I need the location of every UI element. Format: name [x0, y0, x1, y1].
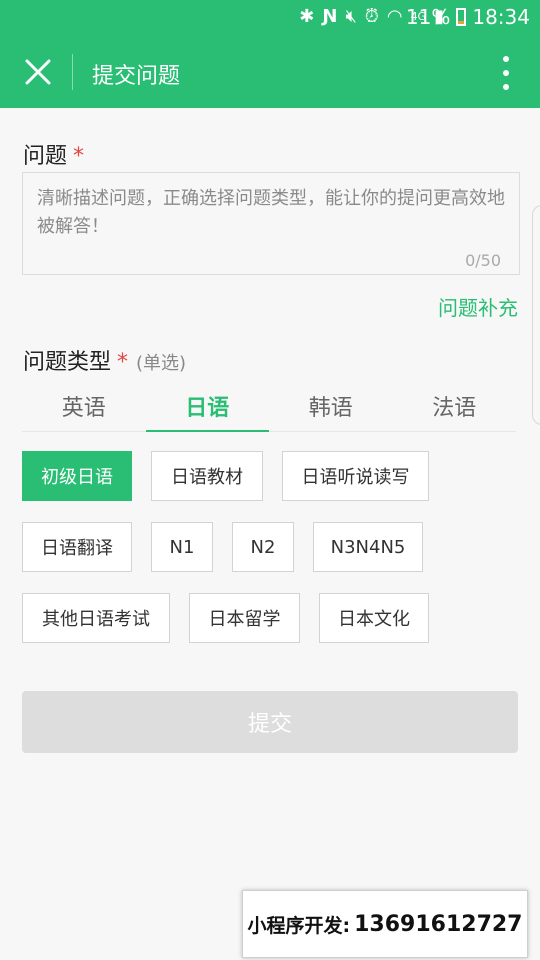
option-other-japanese-exams[interactable]: 其他日语考试: [22, 593, 170, 643]
question-supplement-link[interactable]: 问题补充: [438, 292, 518, 321]
status-bar: ✱ Ɲ 🔇︎ ⏰︎ ◠ 4G ▮ 11% 18:34: [0, 0, 540, 36]
single-select-hint: (单选): [136, 353, 187, 374]
option-study-in-japan[interactable]: 日本留学: [189, 593, 300, 643]
mute-icon: 🔇︎: [345, 6, 357, 27]
type-label: 问题类型: [23, 350, 112, 375]
option-basic-japanese[interactable]: 初级日语: [22, 451, 132, 501]
option-n2[interactable]: N2: [232, 522, 294, 572]
option-n3n4n5[interactable]: N3N4N5: [313, 522, 423, 572]
required-mark: *: [73, 144, 85, 169]
battery-time: 11% 18:34: [406, 5, 530, 29]
tab-japanese[interactable]: 日语: [145, 384, 270, 432]
tab-english[interactable]: 英语: [22, 384, 146, 431]
promo-banner: 小程序开发: 13691612727: [242, 890, 528, 958]
page-title: 提交问题: [92, 64, 181, 89]
battery-icon: [456, 8, 467, 26]
option-japanese-culture[interactable]: 日本文化: [319, 593, 429, 643]
question-label-row: 问题 *: [23, 138, 84, 170]
wifi-icon: ◠: [386, 6, 403, 27]
close-icon[interactable]: [18, 52, 58, 92]
option-japanese-skills[interactable]: 日语听说读写: [282, 451, 429, 501]
app-bar: 提交问题: [0, 36, 540, 108]
alarm-icon: ⏰︎: [364, 6, 379, 27]
question-input[interactable]: 清晰描述问题，正确选择问题类型，能让你的提问更高效地被解答！ 0/50: [22, 172, 520, 275]
option-n1[interactable]: N1: [151, 522, 213, 572]
header-divider: [72, 54, 73, 90]
promo-phone: 13691612727: [354, 911, 523, 937]
nfc-icon: Ɲ: [322, 6, 338, 27]
option-japanese-translation[interactable]: 日语翻译: [22, 522, 132, 572]
question-label: 问题: [23, 144, 68, 169]
promo-label: 小程序开发:: [247, 914, 351, 937]
tab-french[interactable]: 法语: [393, 384, 517, 431]
submit-button[interactable]: 提交: [22, 691, 518, 753]
type-label-row: 问题类型 * (单选): [23, 344, 186, 376]
edge-panel-handle[interactable]: [532, 205, 540, 425]
battery-percent: 11%: [405, 5, 451, 29]
bluetooth-icon: ✱: [299, 6, 315, 27]
required-mark: *: [117, 350, 129, 375]
option-japanese-textbook[interactable]: 日语教材: [151, 451, 263, 501]
more-vert-icon[interactable]: [496, 56, 516, 90]
question-placeholder: 清晰描述问题，正确选择问题类型，能让你的提问更高效地被解答！: [37, 188, 505, 237]
tab-korean[interactable]: 韩语: [269, 384, 393, 431]
clock: 18:34: [472, 5, 530, 29]
language-tabs: 英语 日语 韩语 法语: [22, 384, 516, 432]
char-counter: 0/50: [465, 251, 501, 270]
